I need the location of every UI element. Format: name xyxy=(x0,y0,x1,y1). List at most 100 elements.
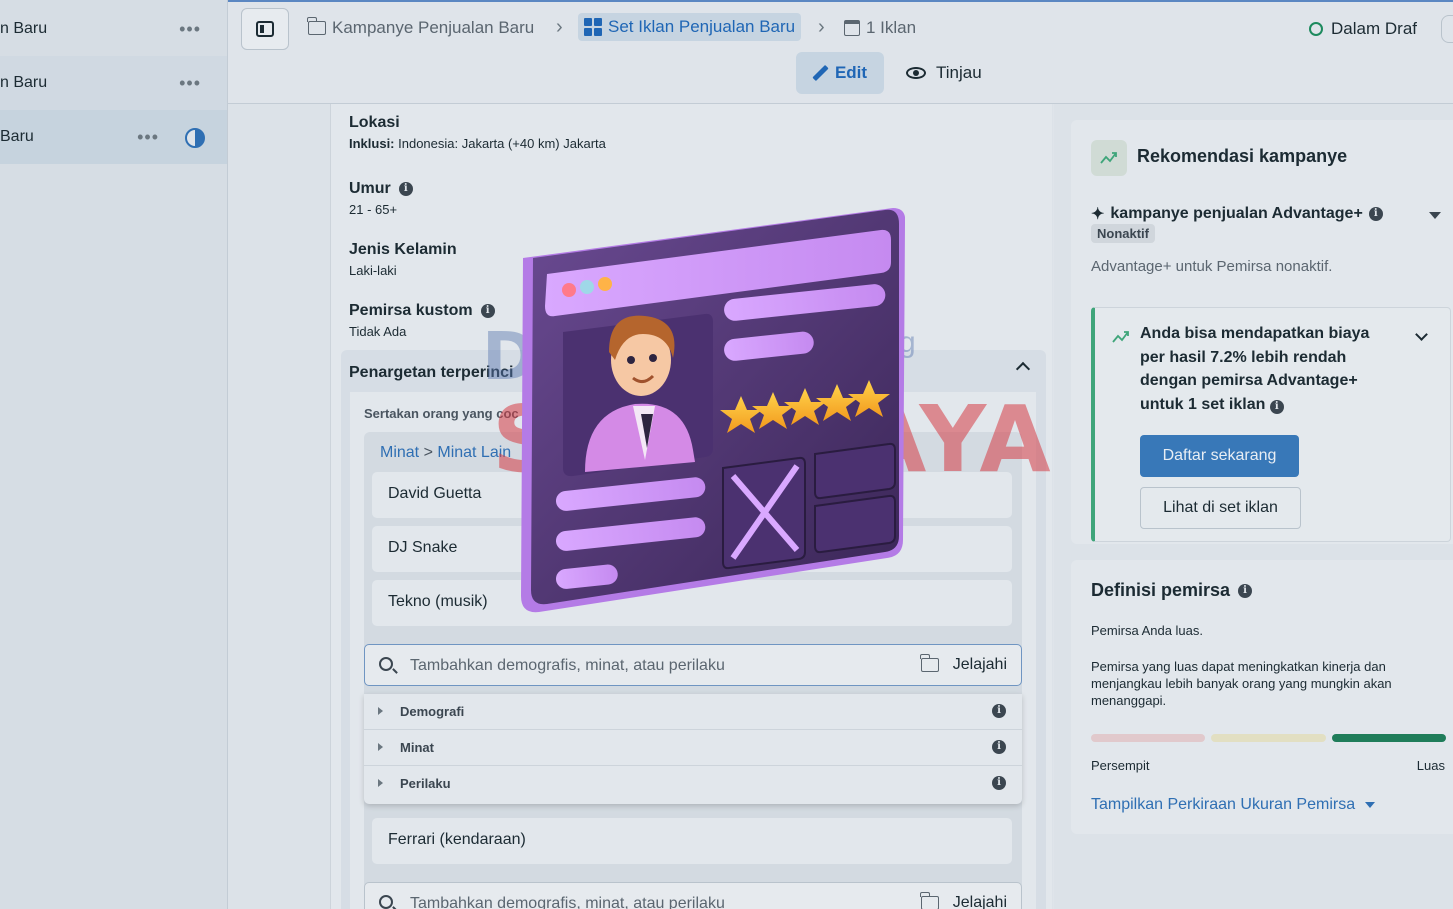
info-icon[interactable]: i xyxy=(1269,399,1284,414)
sidebar-toggle-button[interactable] xyxy=(241,8,289,50)
advantage-title-text: kampanye penjualan Advantage+ xyxy=(1110,205,1363,222)
category-interests[interactable]: Minat i xyxy=(364,730,1022,766)
folder-icon xyxy=(920,892,939,909)
category-demographics[interactable]: Demografi i xyxy=(364,694,1022,730)
info-icon[interactable]: i xyxy=(992,776,1006,790)
browse-button[interactable]: Jelajahi xyxy=(920,892,1007,909)
age-title: Umur xyxy=(349,180,391,197)
broad-label: Luas xyxy=(1416,758,1445,773)
category-behaviors[interactable]: Perilaku i xyxy=(364,766,1022,802)
info-icon[interactable]: i xyxy=(1238,583,1253,598)
location-title: Lokasi xyxy=(349,114,400,131)
more-options-icon[interactable]: ••• xyxy=(179,73,201,94)
sidebar-panel-icon xyxy=(256,21,274,37)
right-panel: Rekomendasi kampanye ✦ kampanye penjuala… xyxy=(1054,104,1453,909)
breadcrumb-adset[interactable]: Set Iklan Penjualan Baru xyxy=(578,13,802,41)
definition-title-text: Definisi pemirsa xyxy=(1091,580,1231,600)
pencil-icon xyxy=(813,66,827,80)
expand-caret-icon[interactable] xyxy=(1429,212,1441,219)
mode-bar: Edit Tinjau xyxy=(228,52,1453,104)
review-label: Tinjau xyxy=(936,63,982,82)
campaign-recommendation-card: Rekomendasi kampanye ✦ kampanye penjuala… xyxy=(1071,120,1453,544)
audience-breadth-meter xyxy=(1091,734,1446,742)
edit-mode-button[interactable]: Edit xyxy=(796,52,884,94)
register-now-button[interactable]: Daftar sekarang xyxy=(1140,435,1299,477)
tip-text-content: Anda bisa mendapatkan biaya per hasil 7.… xyxy=(1140,325,1370,413)
nav-item-label: n Baru xyxy=(0,74,48,91)
chevron-right-icon: › xyxy=(556,16,563,38)
show-audience-size-link[interactable]: Tampilkan Perkiraan Ukuran Pemirsa xyxy=(1091,796,1376,814)
info-icon[interactable]: i xyxy=(398,182,413,196)
tip-text: Anda bisa mendapatkan biaya per hasil 7.… xyxy=(1140,322,1390,416)
collapse-chevron-icon[interactable] xyxy=(1015,361,1031,377)
ad-icon xyxy=(844,20,860,36)
path-child-link[interactable]: Minat Lain xyxy=(437,444,511,461)
breadcrumb-label: 1 Iklan xyxy=(866,18,917,37)
location-field[interactable]: Lokasi Inklusi: Indonesia: Jakarta (+40 … xyxy=(349,114,606,151)
info-icon[interactable]: i xyxy=(992,704,1006,718)
folder-icon xyxy=(307,17,326,35)
nav-item-ad[interactable]: Baru ••• xyxy=(0,110,227,164)
meter-segment-mid xyxy=(1211,734,1326,742)
sparkle-icon: ✦ xyxy=(1091,206,1105,223)
publish-button-edge[interactable] xyxy=(1441,15,1453,43)
profile-card-illustration xyxy=(521,208,905,613)
left-navigation: n Baru ••• n Baru ••• Baru ••• xyxy=(0,0,228,909)
custom-audience-field[interactable]: Pemirsa kustom i Tidak Ada xyxy=(349,302,495,339)
info-icon[interactable]: i xyxy=(1368,207,1383,221)
review-mode-button[interactable]: Tinjau xyxy=(906,63,982,83)
draft-status: Dalam Draf xyxy=(1309,19,1417,39)
narrow-label: Persempit xyxy=(1091,758,1150,773)
category-label: Minat xyxy=(400,740,434,755)
more-options-icon[interactable]: ••• xyxy=(179,19,201,40)
eye-icon xyxy=(906,67,926,79)
nav-item-campaign[interactable]: n Baru ••• xyxy=(0,2,227,56)
search-placeholder: Tambahkan demografis, minat, atau perila… xyxy=(410,895,725,909)
caret-down-icon xyxy=(1365,802,1376,808)
audience-definition-card: Definisi pemirsa i Pemirsa Anda luas. Pe… xyxy=(1071,560,1453,834)
grid-icon xyxy=(584,18,602,36)
custom-audience-title: Pemirsa kustom xyxy=(349,302,473,319)
chevron-right-icon: › xyxy=(818,16,825,38)
advantage-title: ✦ kampanye penjualan Advantage+ i xyxy=(1091,204,1383,224)
advantage-description: Advantage+ untuk Pemirsa nonaktif. xyxy=(1091,258,1333,275)
nav-item-adset[interactable]: n Baru ••• xyxy=(0,56,227,110)
path-separator: > xyxy=(419,444,438,461)
location-prefix: Inklusi: xyxy=(349,136,395,151)
targeting-search-input-secondary[interactable]: Tambahkan demografis, minat, atau perila… xyxy=(364,882,1022,909)
breadcrumb-ad[interactable]: 1 Iklan xyxy=(844,18,916,38)
category-dropdown: Demografi i Minat i Perilaku i xyxy=(364,694,1022,804)
browse-button[interactable]: Jelajahi xyxy=(920,654,1007,674)
browse-label: Jelajahi xyxy=(952,656,1007,673)
gender-field[interactable]: Jenis Kelamin Laki-laki xyxy=(349,241,457,278)
nav-item-label: Baru xyxy=(0,128,34,145)
draft-status-icon xyxy=(1309,22,1324,36)
interest-item[interactable]: Ferrari (kendaraan) xyxy=(372,818,1012,864)
path-root-link[interactable]: Minat xyxy=(380,444,419,461)
browse-label: Jelajahi xyxy=(952,894,1007,909)
info-icon[interactable]: i xyxy=(992,740,1006,754)
view-in-adset-button[interactable]: Lihat di set iklan xyxy=(1140,487,1301,529)
gender-title: Jenis Kelamin xyxy=(349,241,457,258)
trend-icon xyxy=(1112,331,1129,343)
include-note: Sertakan orang yang coc xyxy=(364,406,519,421)
cost-tip-card: Anda bisa mendapatkan biaya per hasil 7.… xyxy=(1091,307,1451,542)
age-field[interactable]: Umur i 21 - 65+ xyxy=(349,180,413,217)
category-label: Demografi xyxy=(400,704,465,719)
nav-item-label: n Baru xyxy=(0,20,48,37)
age-value: 21 - 65+ xyxy=(349,202,398,217)
top-bar: Kampanye Penjualan Baru › Set Iklan Penj… xyxy=(228,0,1453,54)
info-icon[interactable]: i xyxy=(480,304,495,318)
definition-title: Definisi pemirsa i xyxy=(1091,580,1253,601)
search-placeholder: Tambahkan demografis, minat, atau perila… xyxy=(410,657,725,674)
breadcrumb-campaign[interactable]: Kampanye Penjualan Baru xyxy=(307,17,535,38)
targeting-search-input[interactable]: Tambahkan demografis, minat, atau perila… xyxy=(364,644,1022,686)
breadcrumb-label: Kampanye Penjualan Baru xyxy=(332,18,535,37)
more-options-icon[interactable]: ••• xyxy=(137,127,159,148)
chevron-down-icon[interactable] xyxy=(1415,328,1428,341)
edit-label: Edit xyxy=(834,63,868,82)
meter-segment-narrow xyxy=(1091,734,1206,742)
search-icon xyxy=(379,895,393,909)
trend-icon xyxy=(1091,140,1127,176)
audience-summary: Pemirsa Anda luas. xyxy=(1091,623,1204,638)
